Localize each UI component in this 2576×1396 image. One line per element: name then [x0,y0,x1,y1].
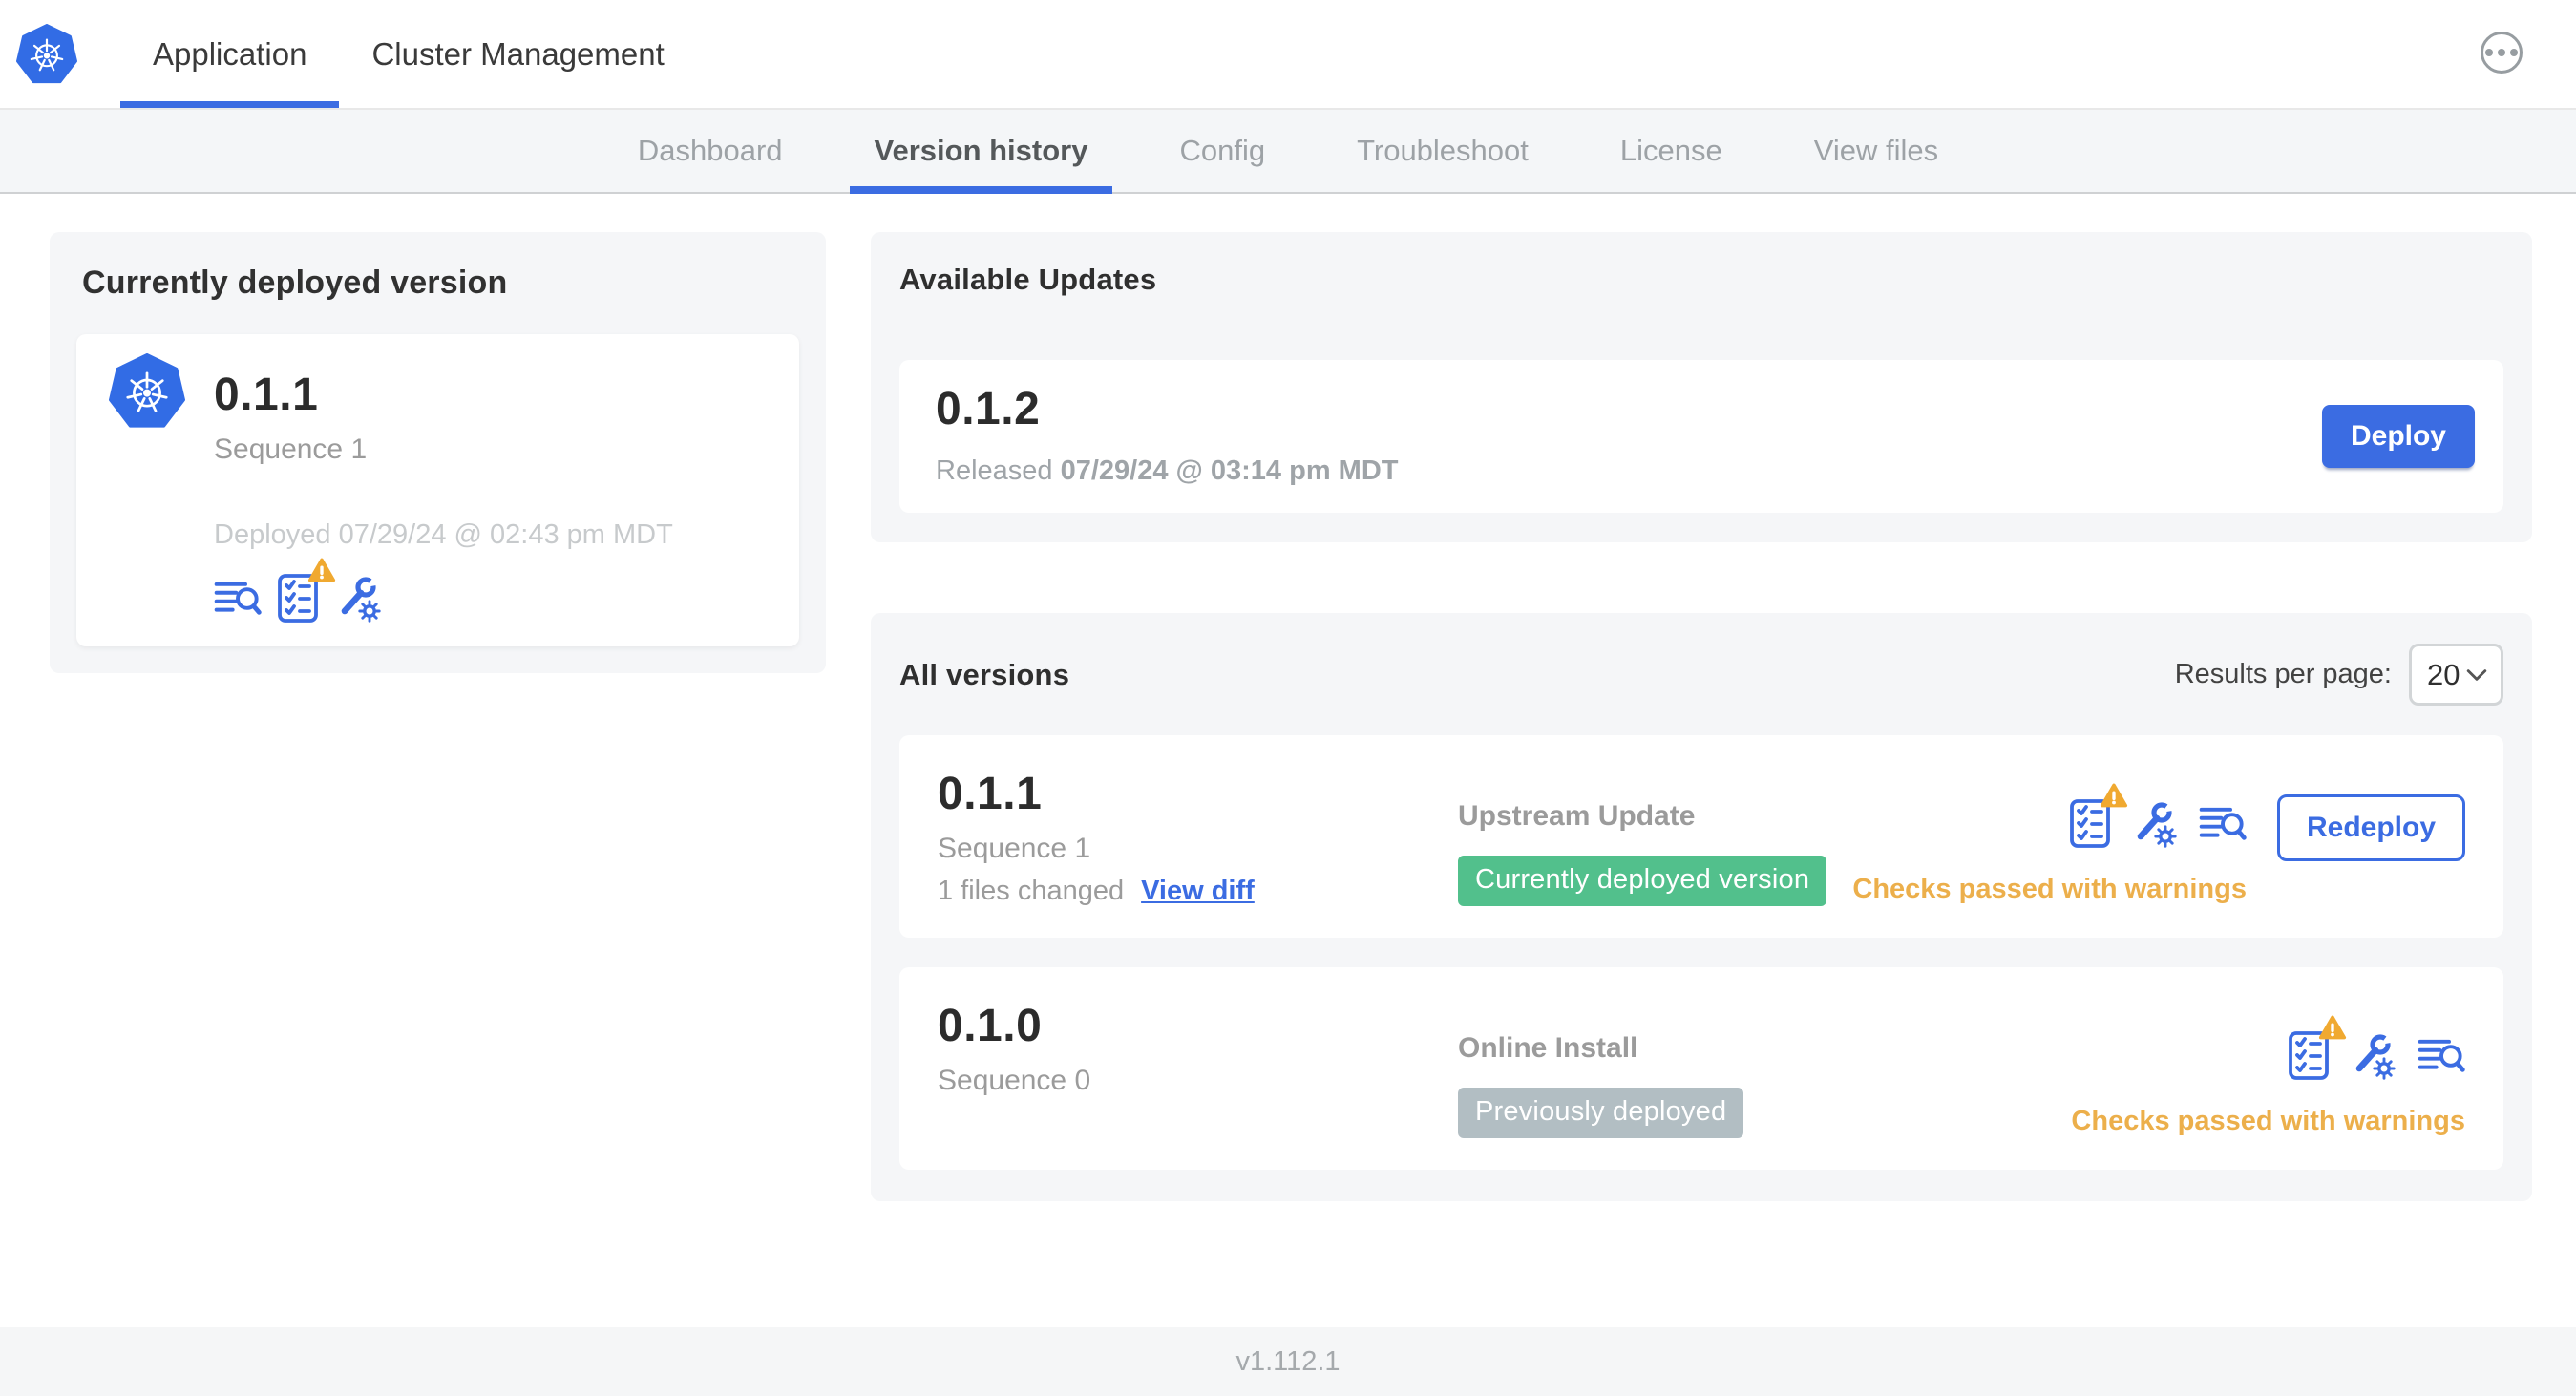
warning-icon [307,558,336,582]
version-source-label: Online Install [1458,1032,1638,1064]
preflight-status-text: Checks passed with warnings [2071,1106,2465,1136]
available-updates-title: Available Updates [899,263,1157,296]
edit-config-icon[interactable] [2130,799,2180,849]
tab-cluster-management[interactable]: Cluster Management [339,0,696,108]
tab-cluster-management-label: Cluster Management [371,35,665,72]
deployed-version-tile: 0.1.1 Sequence 1 Deployed 07/29/24 @ 02:… [76,334,799,646]
chevron-down-icon [2466,668,2487,681]
deployed-version-number: 0.1.1 [214,370,319,420]
app-subnav: Dashboard Version history Config Trouble… [0,110,2576,194]
subtab-config[interactable]: Config [1133,110,1311,192]
row-sequence: Sequence 1 [938,833,1091,864]
deploy-logs-icon[interactable] [2418,1034,2465,1078]
edit-config-icon[interactable] [334,574,384,624]
deployed-timestamp: Deployed 07/29/24 @ 02:43 pm MDT [214,519,673,550]
redeploy-button[interactable]: Redeploy [2276,794,2465,861]
app-window: Application Cluster Management Dashboard… [0,0,2576,1396]
edit-config-icon[interactable] [2349,1031,2398,1081]
preflight-checks-icon[interactable] [277,558,336,624]
app-footer: v1.112.1 [0,1327,2576,1396]
preflight-status-text: Checks passed with warnings [1852,874,2247,904]
top-nav-bar: Application Cluster Management [0,0,2576,110]
currently-deployed-title: Currently deployed version [82,264,508,301]
update-released-line: Released 07/29/24 @ 03:14 pm MDT [936,455,1399,486]
results-per-page: Results per page: 20 [2175,644,2503,706]
currently-deployed-card: Currently deployed version 0.1.1 Sequenc… [50,232,826,673]
subtab-dashboard[interactable]: Dashboard [592,110,829,192]
kubernetes-logo [16,23,77,83]
available-updates-card: Available Updates 0.1.2 Released 07/29/2… [871,232,2532,542]
preflight-checks-icon[interactable] [2288,1015,2347,1081]
all-versions-title: All versions [899,657,1070,691]
subtab-troubleshoot[interactable]: Troubleshoot [1311,110,1574,192]
row-sequence: Sequence 0 [938,1065,1091,1096]
row-version-number: 0.1.1 [938,769,1043,819]
version-row: 0.1.0 Sequence 0 Online Install Previous… [899,967,2503,1170]
version-row: 0.1.1 Sequence 1 1 files changed View di… [899,735,2503,938]
view-diff-link[interactable]: View diff [1141,875,1255,907]
results-per-page-select[interactable]: 20 [2409,644,2503,706]
main-content: Currently deployed version 0.1.1 Sequenc… [0,194,2576,1327]
subtab-version-history[interactable]: Version history [829,110,1134,194]
tab-application-label: Application [153,35,307,72]
more-options-button[interactable] [2481,32,2523,74]
deployed-sequence: Sequence 1 [214,434,368,465]
warning-icon [2100,783,2128,808]
subtab-view-files[interactable]: View files [1768,110,1984,192]
update-row: 0.1.2 Released 07/29/24 @ 03:14 pm MDT D… [899,360,2503,513]
files-changed-label: 1 files changed [938,876,1125,906]
console-version: v1.112.1 [1235,1345,1341,1377]
all-versions-card: All versions Results per page: 20 0.1.1 … [871,613,2532,1201]
row-version-number: 0.1.0 [938,1001,1043,1051]
tab-application[interactable]: Application [120,0,340,108]
update-released-date: 07/29/24 @ 03:14 pm MDT [1060,455,1399,486]
deploy-logs-icon[interactable] [214,577,262,621]
deploy-button[interactable]: Deploy [2321,405,2475,468]
deploy-logs-icon[interactable] [2199,802,2247,846]
subtab-license[interactable]: License [1574,110,1768,192]
right-column: Available Updates 0.1.2 Released 07/29/2… [871,232,2532,1201]
ellipsis-icon [2485,49,2493,56]
currently-deployed-badge: Currently deployed version [1458,856,1827,906]
results-per-page-label: Results per page: [2174,659,2392,689]
app-level-tabs: Application Cluster Management [120,0,697,108]
warning-icon [2318,1015,2347,1040]
update-version-number: 0.1.2 [936,383,1041,434]
preflight-checks-icon[interactable] [2069,783,2128,849]
app-icon-kubernetes [109,353,185,428]
version-source-label: Upstream Update [1458,800,1696,832]
previously-deployed-badge: Previously deployed [1458,1088,1744,1138]
